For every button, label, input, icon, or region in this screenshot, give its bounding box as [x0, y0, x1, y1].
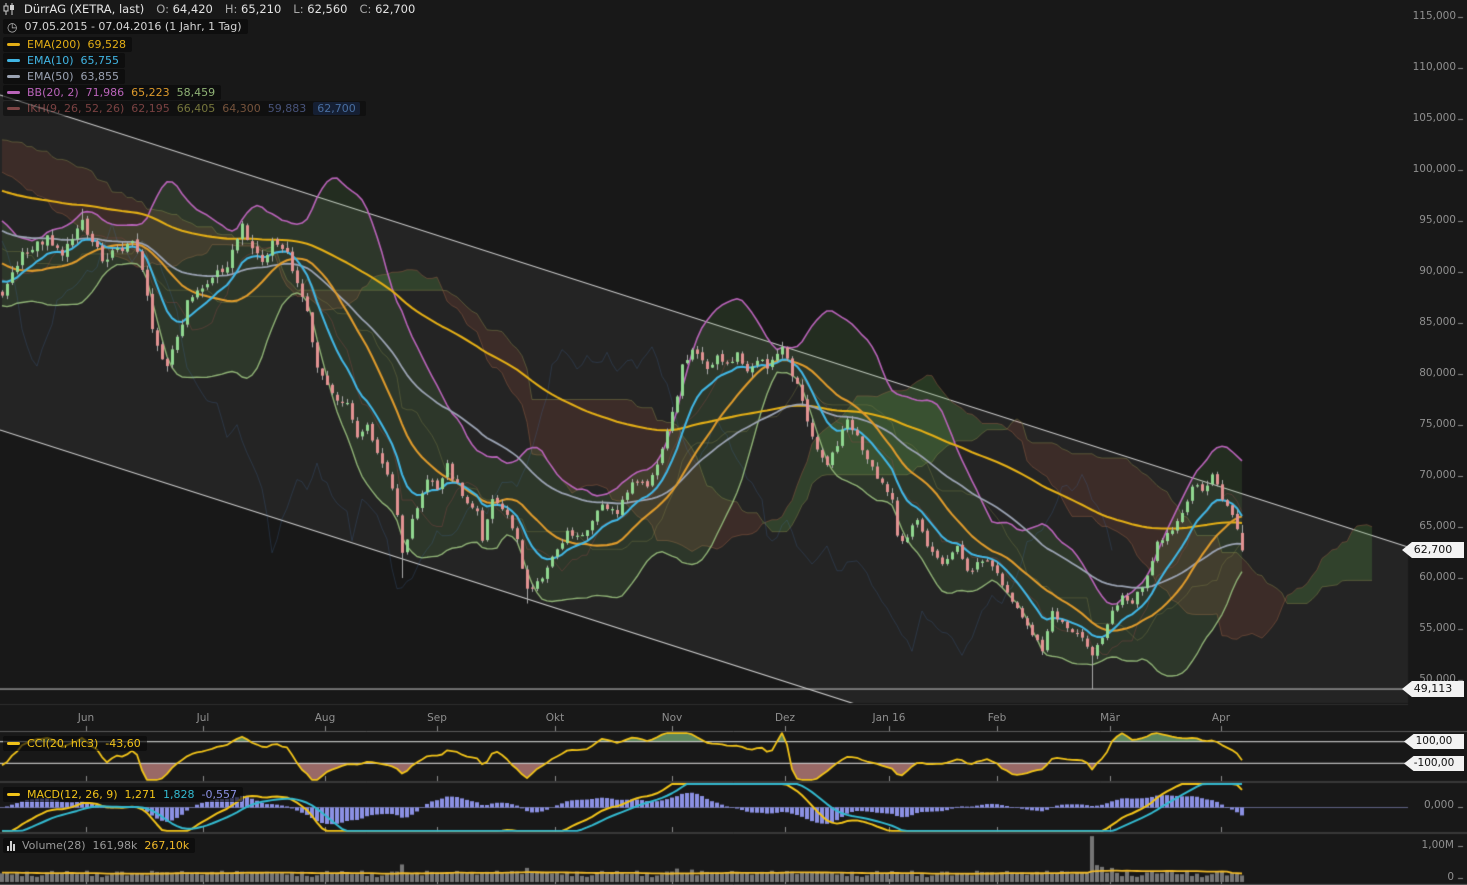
macd-value: 1,271 [125, 788, 157, 801]
ema50-label: EMA(50) [27, 70, 74, 83]
period-selector[interactable]: ◷ 07.05.2015 - 07.04.2016 (1 Jahr, 1 Tag… [3, 19, 248, 34]
instrument-title: DürrAG (XETRA, last) [24, 2, 144, 16]
legend-ema10[interactable]: EMA(10) 65,755 [3, 53, 125, 68]
clock-icon: ◷ [7, 22, 17, 32]
volume-bars-icon [7, 841, 15, 851]
support-price-tag: 49,113 [1402, 681, 1464, 697]
ichimoku-swatch-icon [7, 107, 20, 110]
price-axis-label: 80,000 [1404, 367, 1456, 379]
bollinger-upper-value: 71,986 [86, 86, 125, 99]
macd-signal-value: 1,828 [163, 788, 195, 801]
cci-lower-band-tag: -100,00 [1404, 756, 1464, 771]
bollinger-label: BB(20, 2) [27, 86, 79, 99]
close-value: 62,700 [375, 2, 415, 16]
open-label: O: [156, 2, 169, 16]
legend-volume[interactable]: Volume(28) 161,98k 267,10k [3, 838, 195, 853]
month-axis-label: Dez [763, 712, 807, 724]
bollinger-lower-value: 58,459 [177, 86, 216, 99]
cci-label: CCI(20, hlc3) [27, 737, 98, 750]
ichimoku-label: IKH(9, 26, 52, 26) [27, 102, 124, 115]
price-axis-label: 70,000 [1404, 469, 1456, 481]
price-axis-label: 115,000 [1404, 10, 1456, 22]
high-label: H: [225, 2, 238, 16]
macd-swatch-icon [7, 793, 20, 796]
volume-label: Volume(28) [22, 839, 86, 852]
ichimoku-senkou-a-value: 64,300 [222, 102, 261, 115]
legend-ema200[interactable]: EMA(200) 69,528 [3, 37, 132, 52]
price-axis-label: 55,000 [1404, 622, 1456, 634]
ema50-swatch-icon [7, 75, 20, 78]
volume-ma-value: 267,10k [144, 839, 189, 852]
month-axis-label: Okt [533, 712, 577, 724]
month-axis-label: Apr [1199, 712, 1243, 724]
cci-upper-band-tag: 100,00 [1404, 734, 1464, 749]
month-axis-label: Feb [975, 712, 1019, 724]
ema10-value: 65,755 [81, 54, 120, 67]
instrument-header: DürrAG (XETRA, last) O: 64,420 H: 65,210… [3, 2, 415, 16]
month-axis-label: Nov [650, 712, 694, 724]
month-axis-label: Mär [1088, 712, 1132, 724]
bollinger-swatch-icon [7, 91, 20, 94]
legend-ema50[interactable]: EMA(50) 63,855 [3, 69, 125, 84]
low-value: 62,560 [307, 2, 347, 16]
open-value: 64,420 [173, 2, 213, 16]
volume-last-value: 161,98k [93, 839, 138, 852]
price-axis-label: 95,000 [1404, 214, 1456, 226]
price-axis-label: 85,000 [1404, 316, 1456, 328]
period-label: 07.05.2015 - 07.04.2016 (1 Jahr, 1 Tag) [24, 20, 241, 33]
bollinger-mid-value: 65,223 [131, 86, 170, 99]
price-axis-label: 60,000 [1404, 571, 1456, 583]
price-axis-label: 75,000 [1404, 418, 1456, 430]
legend-macd[interactable]: MACD(12, 26, 9) 1,271 1,828 -0,557 [3, 787, 243, 802]
ema10-swatch-icon [7, 59, 20, 62]
high-value: 65,210 [241, 2, 281, 16]
macd-label: MACD(12, 26, 9) [27, 788, 118, 801]
last-price-tag: 62,700 [1402, 542, 1464, 558]
macd-hist-value: -0,557 [202, 788, 237, 801]
ichimoku-tenkan-value: 62,195 [131, 102, 170, 115]
cci-swatch-icon [7, 742, 20, 745]
price-axis-label: 100,000 [1404, 163, 1456, 175]
trading-chart-window: DürrAG (XETRA, last) O: 64,420 H: 65,210… [0, 0, 1467, 885]
ichimoku-kijun-value: 66,405 [177, 102, 216, 115]
low-label: L: [293, 2, 303, 16]
month-axis-label: Jun [64, 712, 108, 724]
volume-1m-axis-label: 1,00M [1402, 839, 1454, 851]
candlestick-icon [3, 3, 16, 15]
ichimoku-senkou-b-value: 59,883 [268, 102, 307, 115]
legend-ichimoku[interactable]: IKH(9, 26, 52, 26) 62,195 66,405 64,300 … [3, 101, 366, 116]
close-label: C: [360, 2, 372, 16]
legend-cci[interactable]: CCI(20, hlc3) -43,60 [3, 736, 147, 751]
month-axis-label: Sep [415, 712, 459, 724]
month-axis-label: Aug [303, 712, 347, 724]
ema200-value: 69,528 [88, 38, 127, 51]
chart-canvas[interactable] [0, 0, 1467, 885]
month-axis-label: Jul [181, 712, 225, 724]
ema10-label: EMA(10) [27, 54, 74, 67]
ema200-label: EMA(200) [27, 38, 81, 51]
macd-zero-axis-label: 0,000 [1402, 799, 1454, 811]
price-axis-label: 110,000 [1404, 61, 1456, 73]
volume-0-axis-label: 0 [1402, 871, 1454, 883]
cci-value: -43,60 [105, 737, 140, 750]
price-axis-label: 65,000 [1404, 520, 1456, 532]
month-axis-label: Jan 16 [867, 712, 911, 724]
ema50-value: 63,855 [81, 70, 120, 83]
price-axis-label: 90,000 [1404, 265, 1456, 277]
legend-bollinger[interactable]: BB(20, 2) 71,986 65,223 58,459 [3, 85, 221, 100]
ema200-swatch-icon [7, 43, 20, 46]
price-axis-label: 105,000 [1404, 112, 1456, 124]
ichimoku-chikou-value: 62,700 [313, 102, 360, 115]
